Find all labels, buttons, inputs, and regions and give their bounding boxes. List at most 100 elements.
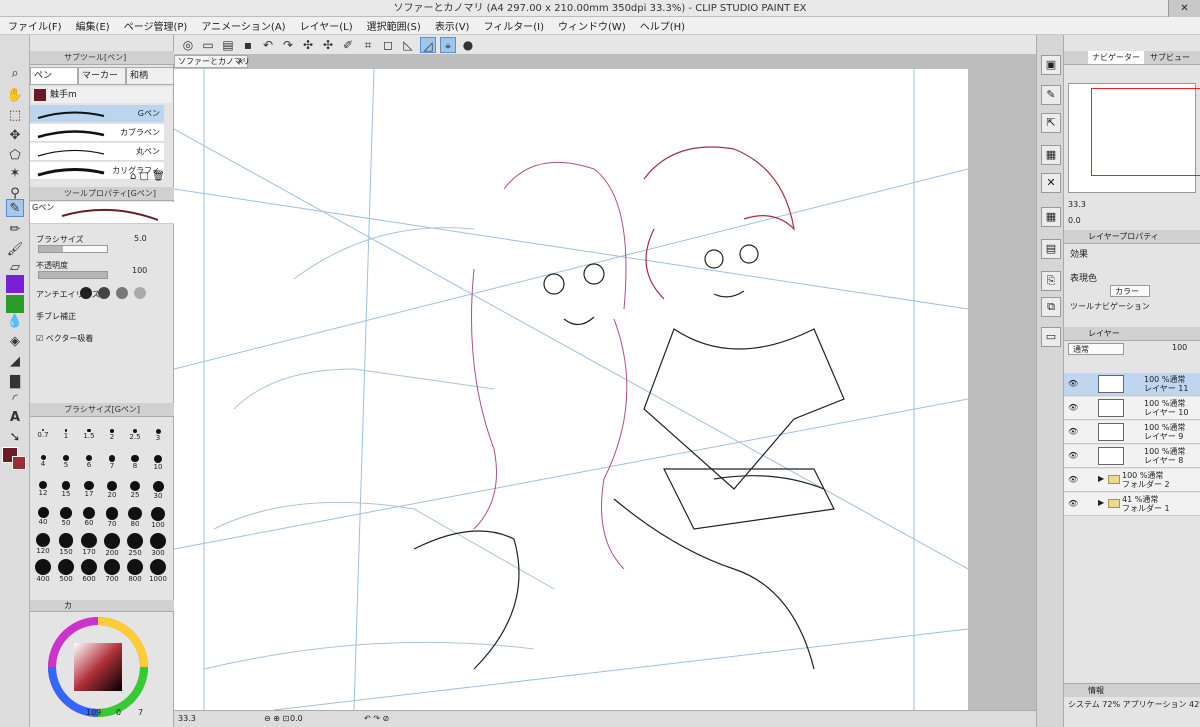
brush-size-preset[interactable]: 40 (32, 507, 54, 527)
layer-property-tab[interactable]: レイヤープロパティ (1088, 232, 1159, 241)
vector-snap-row[interactable]: ☑ ベクター吸着 (36, 333, 168, 344)
tab-navigator[interactable]: ナビゲーター (1088, 51, 1144, 64)
subtool-tab-pattern[interactable]: 和柄 (126, 67, 174, 85)
blend-tool-icon[interactable]: 💧 (6, 313, 24, 331)
clear-outside-icon[interactable]: ✣ (320, 37, 336, 53)
menu-view[interactable]: 表示(V) (435, 18, 470, 33)
antialias-options[interactable] (80, 287, 146, 299)
brush-size-preset[interactable]: 100 (147, 507, 169, 529)
zoom-value[interactable]: 33.3 (178, 714, 196, 723)
brush-size-preset[interactable]: 8 (124, 455, 146, 475)
menu-layer[interactable]: レイヤー(L) (300, 18, 353, 33)
menu-animation[interactable]: アニメーション(A) (201, 18, 285, 33)
brush-size-preset[interactable]: 60 (78, 507, 100, 527)
open-file-icon[interactable]: ▤ (220, 37, 236, 53)
subtool-group[interactable]: 触手m (32, 87, 172, 103)
brush-size-preset[interactable]: 6 (78, 455, 100, 475)
hide-selection-icon[interactable]: ◻ (380, 37, 396, 53)
transform-icon[interactable]: ⇱ (1041, 113, 1061, 133)
ruler-tool-icon[interactable]: ◜ (6, 391, 24, 409)
canvas-area[interactable]: ソファーとカノマリ × (174, 55, 1036, 710)
document-tab-close[interactable]: × (237, 56, 244, 67)
brush-size-preset[interactable]: 0.7 (32, 429, 54, 449)
subtool-actions[interactable]: ⌂ ▢ 🗑 (130, 171, 165, 182)
new-file-icon[interactable]: ▭ (200, 37, 216, 53)
brush-size-preset[interactable]: 1 (55, 429, 77, 449)
lasso-tool-icon[interactable]: ⬠ (6, 147, 24, 165)
brush-size-preset[interactable]: 2 (101, 429, 123, 449)
brush-tool-icon[interactable]: 🖌 (6, 241, 24, 259)
move-tool-icon[interactable]: ✥ (6, 127, 24, 145)
brush-size-preset[interactable]: 250 (124, 533, 146, 557)
folder-row[interactable]: 👁 ▶ 41 %通常 フォルダー 1 (1064, 493, 1200, 516)
menu-edit[interactable]: 編集(E) (76, 18, 110, 33)
airbrush-tool-icon[interactable]: ◈ (6, 333, 24, 351)
pen-tool-icon[interactable]: ✎ (6, 199, 24, 217)
brush-size-preset[interactable]: 15 (55, 481, 77, 501)
eye-icon[interactable]: 👁 (1068, 475, 1078, 484)
save-icon[interactable]: ▪ (240, 37, 256, 53)
pen-item-kabura[interactable]: カブラペン (30, 124, 164, 142)
brush-size-preset[interactable]: 50 (55, 507, 77, 527)
menu-selection[interactable]: 選択範囲(S) (367, 18, 421, 33)
expression-color-select[interactable]: カラー (1110, 285, 1150, 297)
nav-zoom-value[interactable]: 33.3 (1068, 200, 1086, 209)
expand-arrow-icon[interactable]: ▶ (1098, 498, 1104, 507)
text-tool-icon[interactable]: A (6, 409, 24, 427)
color-wheel[interactable] (48, 617, 148, 717)
brush-size-preset[interactable]: 5 (55, 455, 77, 475)
brush-size-preset[interactable]: 25 (124, 481, 146, 501)
layer-row[interactable]: 👁 100 %通常 レイヤー 11 (1064, 373, 1200, 396)
material-icon[interactable]: ▣ (1041, 55, 1061, 75)
info-tab[interactable]: 情報 (1088, 686, 1104, 695)
layer-tab[interactable]: レイヤー (1088, 329, 1120, 338)
brush-size-preset[interactable]: 1000 (147, 559, 169, 583)
brush-size-preset[interactable]: 150 (55, 533, 77, 556)
brush-size-preset[interactable]: 400 (32, 559, 54, 583)
hand-tool-icon[interactable]: ✋ (6, 87, 24, 105)
brush-size-preset[interactable]: 500 (55, 559, 77, 583)
brush-size-preset[interactable]: 300 (147, 533, 169, 557)
folder-icon[interactable]: ▭ (1041, 327, 1061, 347)
pencil-tool-icon[interactable]: ✏ (6, 221, 24, 239)
menu-page[interactable]: ページ管理(P) (124, 18, 188, 33)
brush-size-preset[interactable]: 17 (78, 481, 100, 501)
brush-size-preset[interactable]: 1.5 (78, 429, 100, 449)
snap-ruler-icon[interactable]: ◺ (400, 37, 416, 53)
fill-icon[interactable]: ✐ (340, 37, 356, 53)
brush-size-preset[interactable]: 600 (78, 559, 100, 583)
fill-tool-icon[interactable] (6, 295, 24, 313)
document-tab[interactable]: ソファーとカノマリ × (174, 55, 250, 68)
page-icon[interactable]: ▤ (1041, 239, 1061, 259)
brush-size-preset[interactable]: 20 (101, 481, 123, 501)
layer-row[interactable]: 👁 100 %通常 レイヤー 8 (1064, 445, 1200, 468)
expand-arrow-icon[interactable]: ▶ (1098, 474, 1104, 483)
blend-mode-select[interactable]: 通常 (1068, 343, 1124, 355)
figure-tool-icon[interactable]: ◢ (6, 353, 24, 371)
redo-icon[interactable]: ↷ (280, 37, 296, 53)
menu-file[interactable]: ファイル(F) (8, 18, 62, 33)
zoom-controls[interactable]: ⊖ ⊕ ⊡ (264, 711, 289, 727)
eye-icon[interactable]: 👁 (1068, 379, 1078, 388)
menu-filter[interactable]: フィルター(I) (483, 18, 544, 33)
navigator-viewport[interactable] (1091, 88, 1200, 176)
brush-size-preset[interactable]: 7 (101, 455, 123, 475)
transform-icon[interactable]: ⌗ (360, 37, 376, 53)
eye-icon[interactable]: 👁 (1068, 427, 1078, 436)
magic-wand-icon[interactable]: ✶ (6, 165, 24, 183)
stabilization-row[interactable]: 手ブレ補正 (36, 311, 168, 322)
decoration-tool-icon[interactable] (6, 275, 24, 293)
subtool-tab-marker[interactable]: マーカー (78, 67, 126, 85)
nav-angle-value[interactable]: 0.0 (1068, 216, 1081, 225)
rotation-value[interactable]: 0.0 (290, 711, 303, 727)
delete-icon[interactable]: ✕ (1041, 173, 1061, 193)
drawing-canvas[interactable] (174, 69, 968, 710)
brush-size-preset[interactable]: 200 (101, 533, 123, 557)
brush-size-preset[interactable]: 3 (147, 429, 169, 449)
layer-opacity-value[interactable]: 100 (1172, 343, 1187, 352)
gradient-tool-icon[interactable]: ▇ (6, 373, 24, 391)
brush-size-preset[interactable]: 10 (147, 455, 169, 475)
brush-size-preset[interactable]: 800 (124, 559, 146, 583)
balloon-tool-icon[interactable]: ➘ (6, 429, 24, 447)
edit-icon[interactable]: ✎ (1041, 85, 1061, 105)
